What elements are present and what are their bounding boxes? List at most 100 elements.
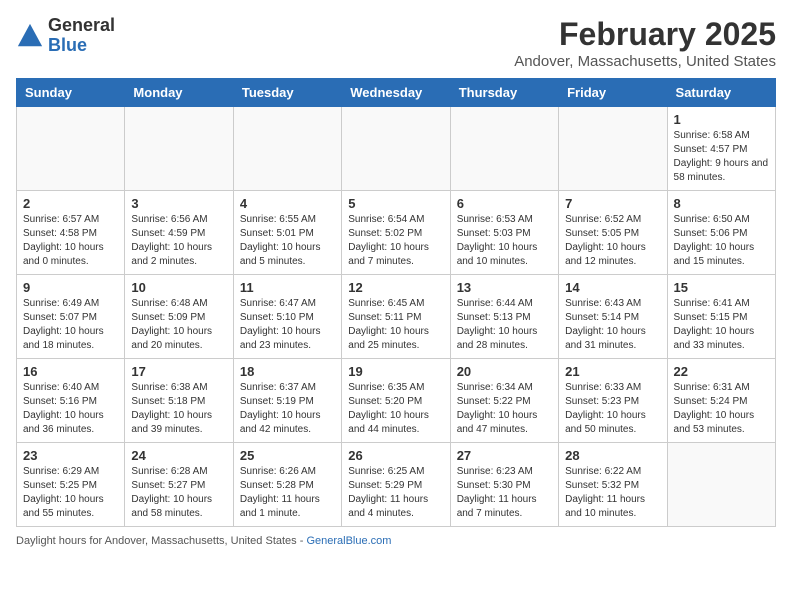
day-number: 7: [565, 196, 660, 211]
footer-link[interactable]: GeneralBlue.com: [306, 535, 391, 547]
day-info: Sunrise: 6:56 AM Sunset: 4:59 PM Dayligh…: [131, 213, 226, 269]
calendar-cell: 27 Sunrise: 6:23 AM Sunset: 5:30 PM Dayli…: [450, 443, 558, 527]
day-number: 3: [131, 196, 226, 211]
day-number: 10: [131, 280, 226, 295]
calendar-header: SundayMondayTuesdayWednesdayThursdayFrid…: [17, 79, 776, 107]
week-row-2: 9Sunrise: 6:49 AM Sunset: 5:07 PM Daylig…: [17, 275, 776, 359]
day-info: Sunrise: 6:50 AM Sunset: 5:06 PM Dayligh…: [674, 213, 769, 269]
day-info: Sunrise: 6:48 AM Sunset: 5:09 PM Dayligh…: [131, 297, 226, 353]
calendar-cell: 21 Sunrise: 6:33 AM Sunset: 5:23 PM Dayli…: [559, 359, 667, 443]
day-info: Sunrise: 6:57 AM Sunset: 4:58 PM Dayligh…: [23, 213, 118, 269]
day-info: Sunrise: 6:58 AM Sunset: 4:57 PM Dayligh…: [674, 129, 769, 185]
day-info: Sunrise: 6:55 AM Sunset: 5:01 PM Dayligh…: [240, 213, 335, 269]
day-info: Sunrise: 6:41 AM Sunset: 5:15 PM Dayligh…: [674, 297, 769, 353]
calendar-cell: 19 Sunrise: 6:35 AM Sunset: 5:20 PM Dayli…: [342, 359, 450, 443]
logo-icon: [16, 22, 44, 50]
logo-blue: Blue: [48, 36, 115, 56]
calendar-body: 1 Sunrise: 6:58 AM Sunset: 4:57 PM Daylig…: [17, 107, 776, 527]
calendar-cell: 6Sunrise: 6:53 AM Sunset: 5:03 PM Daylig…: [450, 191, 558, 275]
day-number: 8: [674, 196, 769, 211]
header-day-wednesday: Wednesday: [342, 79, 450, 107]
day-info: Sunrise: 6:22 AM Sunset: 5:32 PM Dayligh…: [565, 465, 660, 521]
day-info: Sunrise: 6:29 AM Sunset: 5:25 PM Dayligh…: [23, 465, 118, 521]
day-number: 21: [565, 364, 660, 379]
day-number: 17: [131, 364, 226, 379]
day-number: 22: [674, 364, 769, 379]
logo-text: General Blue: [48, 16, 115, 56]
calendar-cell: 26 Sunrise: 6:25 AM Sunset: 5:29 PM Dayli…: [342, 443, 450, 527]
day-info: Sunrise: 6:28 AM Sunset: 5:27 PM Dayligh…: [131, 465, 226, 521]
calendar-cell: 20 Sunrise: 6:34 AM Sunset: 5:22 PM Dayli…: [450, 359, 558, 443]
week-row-0: 1 Sunrise: 6:58 AM Sunset: 4:57 PM Daylig…: [17, 107, 776, 191]
day-info: Sunrise: 6:45 AM Sunset: 5:11 PM Dayligh…: [348, 297, 443, 353]
day-info: Sunrise: 6:47 AM Sunset: 5:10 PM Dayligh…: [240, 297, 335, 353]
calendar-cell: [559, 107, 667, 191]
day-number: 24: [131, 448, 226, 463]
day-number: 28: [565, 448, 660, 463]
day-info: Sunrise: 6:40 AM Sunset: 5:16 PM Dayligh…: [23, 381, 118, 437]
title-section: February 2025 Andover, Massachusetts, Un…: [514, 16, 776, 70]
calendar-cell: 14 Sunrise: 6:43 AM Sunset: 5:14 PM Dayli…: [559, 275, 667, 359]
day-number: 25: [240, 448, 335, 463]
footer-text: Daylight hours: [16, 535, 86, 547]
day-number: 20: [457, 364, 552, 379]
calendar-cell: 7Sunrise: 6:52 AM Sunset: 5:05 PM Daylig…: [559, 191, 667, 275]
day-number: 12: [348, 280, 443, 295]
calendar-cell: 8 Sunrise: 6:50 AM Sunset: 5:06 PM Daylig…: [667, 191, 775, 275]
calendar-cell: [125, 107, 233, 191]
calendar-cell: 22Sunrise: 6:31 AM Sunset: 5:24 PM Dayli…: [667, 359, 775, 443]
day-info: Sunrise: 6:35 AM Sunset: 5:20 PM Dayligh…: [348, 381, 443, 437]
calendar-cell: [342, 107, 450, 191]
header-row: SundayMondayTuesdayWednesdayThursdayFrid…: [17, 79, 776, 107]
calendar-cell: 23 Sunrise: 6:29 AM Sunset: 5:25 PM Dayli…: [17, 443, 125, 527]
day-number: 19: [348, 364, 443, 379]
logo-general: General: [48, 16, 115, 36]
header-day-sunday: Sunday: [17, 79, 125, 107]
day-number: 16: [23, 364, 118, 379]
day-info: Sunrise: 6:43 AM Sunset: 5:14 PM Dayligh…: [565, 297, 660, 353]
calendar-cell: 5 Sunrise: 6:54 AM Sunset: 5:02 PM Daylig…: [342, 191, 450, 275]
day-number: 27: [457, 448, 552, 463]
calendar-cell: 18 Sunrise: 6:37 AM Sunset: 5:19 PM Dayli…: [233, 359, 341, 443]
calendar-cell: [667, 443, 775, 527]
calendar-cell: 15 Sunrise: 6:41 AM Sunset: 5:15 PM Dayli…: [667, 275, 775, 359]
day-number: 1: [674, 112, 769, 127]
day-number: 15: [674, 280, 769, 295]
day-info: Sunrise: 6:38 AM Sunset: 5:18 PM Dayligh…: [131, 381, 226, 437]
calendar-cell: 11 Sunrise: 6:47 AM Sunset: 5:10 PM Dayli…: [233, 275, 341, 359]
day-number: 14: [565, 280, 660, 295]
day-info: Sunrise: 6:26 AM Sunset: 5:28 PM Dayligh…: [240, 465, 335, 521]
calendar-cell: 28 Sunrise: 6:22 AM Sunset: 5:32 PM Dayli…: [559, 443, 667, 527]
day-number: 6: [457, 196, 552, 211]
logo: General Blue: [16, 16, 115, 56]
calendar-cell: 12 Sunrise: 6:45 AM Sunset: 5:11 PM Dayli…: [342, 275, 450, 359]
day-number: 11: [240, 280, 335, 295]
day-number: 5: [348, 196, 443, 211]
calendar-cell: [450, 107, 558, 191]
calendar-cell: 17 Sunrise: 6:38 AM Sunset: 5:18 PM Dayli…: [125, 359, 233, 443]
day-info: Sunrise: 6:33 AM Sunset: 5:23 PM Dayligh…: [565, 381, 660, 437]
calendar-cell: 16 Sunrise: 6:40 AM Sunset: 5:16 PM Dayli…: [17, 359, 125, 443]
day-info: Sunrise: 6:34 AM Sunset: 5:22 PM Dayligh…: [457, 381, 552, 437]
day-info: Sunrise: 6:44 AM Sunset: 5:13 PM Dayligh…: [457, 297, 552, 353]
page-header: General Blue February 2025 Andover, Mass…: [16, 16, 776, 70]
week-row-1: 2 Sunrise: 6:57 AM Sunset: 4:58 PM Daylig…: [17, 191, 776, 275]
day-info: Sunrise: 6:25 AM Sunset: 5:29 PM Dayligh…: [348, 465, 443, 521]
week-row-4: 23 Sunrise: 6:29 AM Sunset: 5:25 PM Dayli…: [17, 443, 776, 527]
day-number: 18: [240, 364, 335, 379]
day-number: 13: [457, 280, 552, 295]
footer: Daylight hours for Andover, Massachusett…: [16, 535, 776, 547]
main-title: February 2025: [514, 16, 776, 53]
day-info: Sunrise: 6:54 AM Sunset: 5:02 PM Dayligh…: [348, 213, 443, 269]
day-number: 2: [23, 196, 118, 211]
calendar-cell: 4Sunrise: 6:55 AM Sunset: 5:01 PM Daylig…: [233, 191, 341, 275]
day-number: 26: [348, 448, 443, 463]
header-day-thursday: Thursday: [450, 79, 558, 107]
header-day-monday: Monday: [125, 79, 233, 107]
day-number: 9: [23, 280, 118, 295]
day-info: Sunrise: 6:23 AM Sunset: 5:30 PM Dayligh…: [457, 465, 552, 521]
calendar-cell: 24 Sunrise: 6:28 AM Sunset: 5:27 PM Dayli…: [125, 443, 233, 527]
day-number: 23: [23, 448, 118, 463]
week-row-3: 16 Sunrise: 6:40 AM Sunset: 5:16 PM Dayli…: [17, 359, 776, 443]
day-info: Sunrise: 6:37 AM Sunset: 5:19 PM Dayligh…: [240, 381, 335, 437]
